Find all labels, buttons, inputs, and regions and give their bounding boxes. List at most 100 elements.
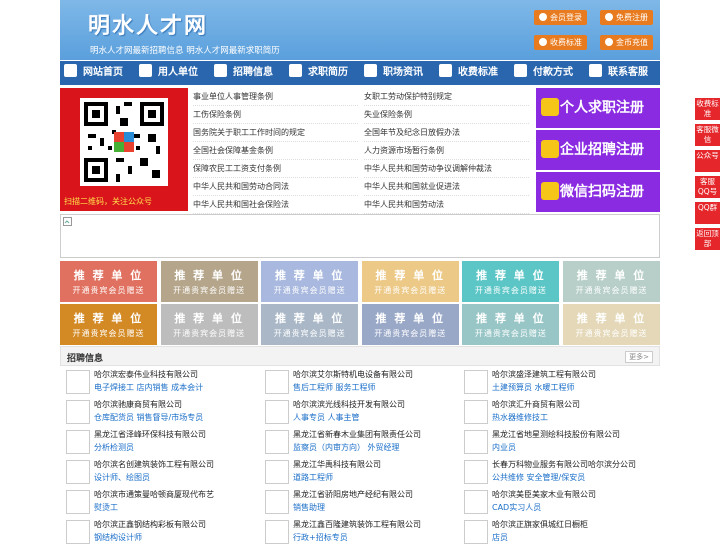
company-name[interactable]: 哈尔滨盛泽建筑工程有限公司	[492, 369, 596, 380]
company-logo[interactable]	[265, 430, 289, 454]
company-name[interactable]: 黑龙江华禹科技有限公司	[293, 459, 381, 470]
side-button-3[interactable]: 客服QQ号	[695, 176, 720, 198]
company-logo[interactable]	[464, 460, 488, 484]
company-name[interactable]: 哈尔滨正鑫钢结构彩板有限公司	[94, 519, 206, 530]
job-positions[interactable]: 售后工程师 服务工程师	[293, 382, 376, 393]
company-logo[interactable]	[464, 400, 488, 424]
regulation-link[interactable]: 中华人民共和国劳动合同法	[193, 178, 358, 196]
recommended-unit-tile[interactable]: 推 荐 单 位开通贵宾会员赠送	[361, 261, 459, 302]
nav-item-3[interactable]: 求职简历	[285, 61, 360, 85]
regulation-link[interactable]: 中华人民共和国就业促进法	[364, 178, 529, 196]
job-positions[interactable]: CAD实习人员	[492, 502, 541, 513]
company-logo[interactable]	[464, 430, 488, 454]
side-button-0[interactable]: 收费标准	[695, 98, 720, 120]
regulation-link[interactable]: 中华人民共和国社会保险法	[193, 196, 358, 214]
company-name[interactable]: 哈尔滨艾尔斯特机电设备有限公司	[293, 369, 413, 380]
recommended-unit-tile[interactable]: 推 荐 单 位开通贵宾会员赠送	[563, 304, 660, 345]
regulation-link[interactable]: 全国年节及纪念日放假办法	[364, 124, 529, 142]
company-name[interactable]: 哈尔滨名创建筑装饰工程有限公司	[94, 459, 214, 470]
company-logo[interactable]	[66, 490, 90, 514]
nav-item-1[interactable]: 用人单位	[135, 61, 210, 85]
fees-button[interactable]: 收费标准	[534, 35, 587, 50]
company-name[interactable]: 黑龙江省新春木业集团有限责任公司	[293, 429, 421, 440]
company-logo[interactable]	[66, 460, 90, 484]
company-logo[interactable]	[66, 370, 90, 394]
company-name[interactable]: 黑龙江鑫百隆建筑装饰工程有限公司	[293, 519, 421, 530]
recommended-unit-tile[interactable]: 推 荐 单 位开通贵宾会员赠送	[261, 261, 359, 302]
company-name[interactable]: 黑龙江省泽峰环保科技有限公司	[94, 429, 206, 440]
job-positions[interactable]: 公共维修 安全管理/保安员	[492, 472, 585, 483]
company-name[interactable]: 黑龙江省地星测绘科技股份有限公司	[492, 429, 620, 440]
nav-item-6[interactable]: 付款方式	[510, 61, 585, 85]
nav-item-5[interactable]: 收费标准	[435, 61, 510, 85]
company-logo[interactable]	[464, 370, 488, 394]
recommended-unit-tile[interactable]: 推 荐 单 位开通贵宾会员赠送	[160, 304, 258, 345]
company-name[interactable]: 哈尔滨滨光线科技开发有限公司	[293, 399, 405, 410]
side-button-2[interactable]: 公众号	[695, 150, 720, 172]
more-jobs-link[interactable]: 更多>	[625, 351, 653, 363]
recommended-unit-tile[interactable]: 推 荐 单 位开通贵宾会员赠送	[160, 261, 258, 302]
company-name[interactable]: 哈尔滨正旗家俱城红日橱柜	[492, 519, 588, 530]
recommended-unit-tile[interactable]: 推 荐 单 位开通贵宾会员赠送	[261, 304, 359, 345]
job-positions[interactable]: 内业员	[492, 442, 516, 453]
job-positions[interactable]: 土建预算员 水暖工程师	[492, 382, 575, 393]
regulation-link[interactable]: 全国社会保障基金条例	[193, 142, 358, 160]
company-logo[interactable]	[66, 520, 90, 544]
company-logo[interactable]	[265, 460, 289, 484]
job-positions[interactable]: 热水器维修技工	[492, 412, 548, 423]
company-name[interactable]: 哈尔滨驰康商贸有限公司	[94, 399, 182, 410]
job-positions[interactable]: 店员	[492, 532, 508, 543]
job-positions[interactable]: 电子焊接工 店内销售 成本会计	[94, 382, 203, 393]
regulation-link[interactable]: 中华人民共和国劳动法	[364, 196, 529, 214]
job-positions[interactable]: 人事专员 人事主管	[293, 412, 360, 423]
register-button[interactable]: 免费注册	[600, 10, 653, 25]
company-logo[interactable]	[66, 400, 90, 424]
job-positions[interactable]: 行政+招标专员	[293, 532, 348, 543]
job-positions[interactable]: 熨烫工	[94, 502, 118, 513]
nav-item-4[interactable]: 职场资讯	[360, 61, 435, 85]
company-logo[interactable]	[464, 490, 488, 514]
site-title[interactable]: 明水人才网	[88, 8, 208, 40]
job-positions[interactable]: 销售助理	[293, 502, 325, 513]
recommended-unit-tile[interactable]: 推 荐 单 位开通贵宾会员赠送	[60, 261, 157, 302]
job-positions[interactable]: 仓库配货员 销售督导/市场专员	[94, 412, 203, 423]
recommended-unit-tile[interactable]: 推 荐 单 位开通贵宾会员赠送	[361, 304, 459, 345]
job-positions[interactable]: 道路工程师	[293, 472, 333, 483]
regulation-link[interactable]: 保障农民工工资支付条例	[193, 160, 358, 178]
recommended-unit-tile[interactable]: 推 荐 单 位开通贵宾会员赠送	[60, 304, 157, 345]
nav-item-7[interactable]: 联系客服	[585, 61, 660, 85]
regulation-link[interactable]: 人力资源市场暂行条例	[364, 142, 529, 160]
regulation-link[interactable]: 工伤保险条例	[193, 106, 358, 124]
recommended-unit-tile[interactable]: 推 荐 单 位开通贵宾会员赠送	[563, 261, 660, 302]
nav-item-0[interactable]: 网站首页	[60, 61, 135, 85]
company-name[interactable]: 哈尔滨市通策曼哈顿商厦现代布艺	[94, 489, 214, 500]
company-logo[interactable]	[66, 430, 90, 454]
company-name[interactable]: 哈尔滨汇升商贸有限公司	[492, 399, 580, 410]
personal-register-button[interactable]: 个人求职注册	[536, 88, 660, 128]
company-logo[interactable]	[265, 520, 289, 544]
company-name[interactable]: 哈尔滨美臣美家木业有限公司	[492, 489, 596, 500]
job-positions[interactable]: 设计师、绘图员	[94, 472, 150, 483]
recommended-unit-tile[interactable]: 推 荐 单 位开通贵宾会员赠送	[462, 261, 560, 302]
banner-image[interactable]	[60, 214, 660, 258]
company-logo[interactable]	[464, 520, 488, 544]
company-logo[interactable]	[265, 490, 289, 514]
regulation-link[interactable]: 事业单位人事管理条例	[193, 88, 358, 106]
job-positions[interactable]: 钢结构设计师	[94, 532, 142, 543]
nav-item-2[interactable]: 招聘信息	[210, 61, 285, 85]
regulation-link[interactable]: 失业保险条例	[364, 106, 529, 124]
side-button-1[interactable]: 客服微信	[695, 124, 720, 146]
company-logo[interactable]	[265, 400, 289, 424]
regulation-link[interactable]: 中华人民共和国劳动争议调解仲裁法	[364, 160, 529, 178]
company-logo[interactable]	[265, 370, 289, 394]
company-name[interactable]: 长春万科物业服务有限公司哈尔滨分公司	[492, 459, 636, 470]
recommended-unit-tile[interactable]: 推 荐 单 位开通贵宾会员赠送	[462, 304, 560, 345]
company-name[interactable]: 黑龙江省骄阳房地产经纪有限公司	[293, 489, 413, 500]
regulation-link[interactable]: 国务院关于职工工作时间的规定	[193, 124, 358, 142]
job-positions[interactable]: 监察员（内审方向） 外贸经理	[293, 442, 400, 453]
company-name[interactable]: 哈尔滨宏泰伟业科技有限公司	[94, 369, 198, 380]
company-register-button[interactable]: 企业招聘注册	[536, 130, 660, 170]
job-positions[interactable]: 分析检测员	[94, 442, 134, 453]
side-button-4[interactable]: QQ群	[695, 202, 720, 224]
side-button-5[interactable]: 返回顶部	[695, 228, 720, 250]
